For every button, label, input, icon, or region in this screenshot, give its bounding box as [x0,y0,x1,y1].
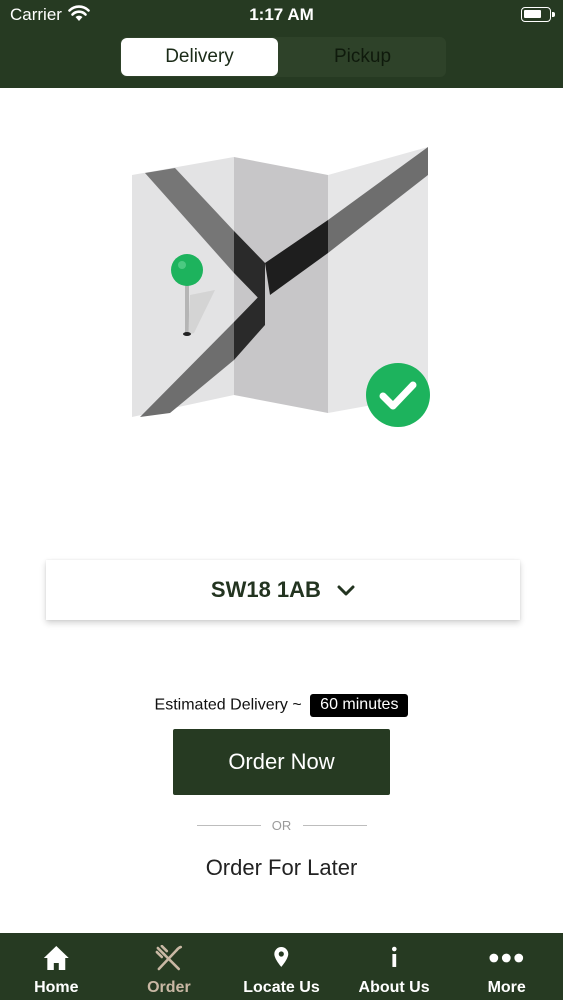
status-time: 1:17 AM [249,5,314,24]
bottom-tab-bar: Home Order Locate Us About Us More [0,933,563,1000]
tab-locate-us-label: Locate Us [243,979,320,996]
check-badge-icon [366,363,430,427]
pickup-tab[interactable]: Pickup [280,38,445,76]
estimated-delivery-label: Estimated Delivery ~ [154,696,302,714]
top-bar: Carrier 1:17 AM Delivery Pickup [0,0,563,88]
more-dots-icon [489,953,524,963]
battery-icon [521,7,555,22]
tab-order[interactable]: Order [113,933,226,1000]
postcode-selector[interactable]: SW18 1AB [46,560,520,620]
order-for-later-button[interactable]: Order For Later [0,855,563,881]
map-illustration [132,147,430,427]
estimated-delivery: Estimated Delivery ~ 60 minutes [0,694,563,717]
home-icon [43,946,69,970]
info-icon [391,946,397,967]
or-divider: OR [0,817,563,835]
postcode-value: SW18 1AB [210,577,321,602]
tab-home-label: Home [34,979,79,996]
tab-locate-us[interactable]: Locate Us [225,933,338,1000]
tab-order-label: Order [147,979,191,996]
divider-line-right [303,825,367,826]
tab-about-us-label: About Us [358,979,430,996]
delivery-tab[interactable]: Delivery [121,38,278,76]
tab-more-label: More [487,979,526,996]
order-type-segmented-control: Delivery Pickup [120,37,446,77]
location-pin-icon [274,947,289,967]
postcode-row: SW18 1AB [46,577,520,603]
fork-knife-icon [155,945,182,971]
status-bar: Carrier 1:17 AM [0,0,563,30]
tab-home[interactable]: Home [0,933,113,1000]
or-label: OR [271,818,292,833]
estimated-delivery-badge: 60 minutes [310,694,409,717]
tab-more[interactable]: More [450,933,563,1000]
order-now-button[interactable]: Order Now [173,729,390,795]
tab-about-us[interactable]: About Us [338,933,451,1000]
chevron-down-icon [337,585,355,596]
